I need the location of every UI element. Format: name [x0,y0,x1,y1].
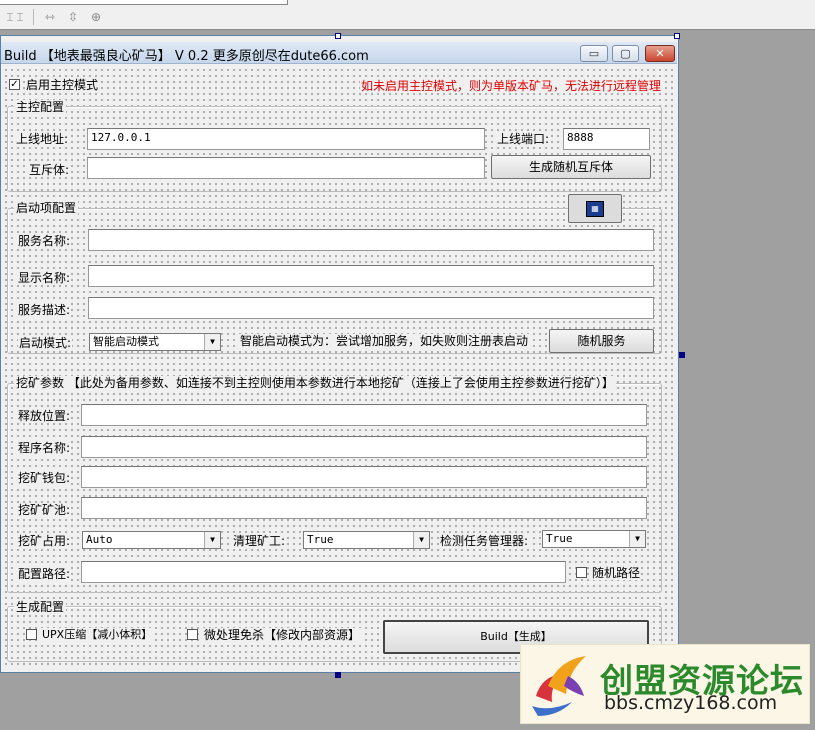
forum-url-text: bbs.cmzy168.com [604,692,778,714]
resize-handle-bottom[interactable] [335,672,341,678]
release-path-label: 释放位置: [17,409,72,423]
startup-mode-hint: 智能启动模式为：尝试增加服务，如失败则注册表启动 [239,334,530,348]
size-icon[interactable]: ⊕ [86,8,106,26]
main-control-group-title: 主控配置 [14,100,67,114]
main-control-warning: 如未启用主控模式，则为单版本矿马，无法进行远程管理 [360,79,663,93]
resize-handle-top[interactable] [335,33,341,39]
clean-miner-value: True [307,533,334,546]
startup-mode-label: 启动模式: [18,336,73,350]
mini-process-checkbox[interactable] [187,629,198,640]
chevron-down-icon[interactable]: ▼ [204,532,220,548]
maximize-button[interactable]: ▢ [612,45,639,62]
width-icon[interactable]: ⇿ [40,8,60,26]
enable-main-control-checkbox[interactable]: ✓ [9,79,20,90]
config-path-input[interactable] [81,561,566,583]
program-name-label: 程序名称: [17,441,72,455]
service-desc-label: 服务描述: [17,303,72,317]
mutex-label: 互斥体: [28,163,71,177]
mini-process-label: 微处理免杀【修改内部资源】 [203,628,362,642]
random-path-checkbox[interactable] [576,567,587,578]
minimize-button[interactable]: ▭ [580,45,608,62]
config-path-label: 配置路径: [17,567,72,581]
build-group-title: 生成配置 [14,600,67,614]
upx-label: UPX压缩【减小体积】 [41,628,154,642]
resize-handle-top-right[interactable] [674,33,680,39]
usage-label: 挖矿占用: [17,534,72,548]
server-port-label: 上线端口: [496,132,551,146]
calendar-control-button[interactable]: ▦ [568,194,622,223]
startup-mode-value: 智能启动模式 [93,335,159,348]
display-name-label: 显示名称: [17,271,72,285]
close-button[interactable]: ✕ [645,45,675,62]
service-name-label: 服务名称: [17,234,72,248]
forum-logo-icon [528,646,594,720]
align-center-icon[interactable]: ⌶ [10,8,30,26]
random-service-button[interactable]: 随机服务 [549,329,654,353]
clean-miner-select[interactable]: True ▼ [303,531,430,549]
program-name-input[interactable] [81,436,647,458]
enable-main-control-label: 启用主控模式 [25,78,100,92]
startup-group-title: 启动项配置 [14,201,79,215]
height-icon[interactable]: ⇳ [63,8,83,26]
ide-toolbar-strip [0,0,288,5]
startup-mode-select[interactable]: 智能启动模式 ▼ [89,333,221,351]
upx-checkbox[interactable] [26,629,37,640]
random-path-label: 随机路径 [591,566,642,580]
chevron-down-icon[interactable]: ▼ [413,532,429,548]
resize-handle-right[interactable] [679,352,685,358]
generate-mutex-button[interactable]: 生成随机互斥体 [491,155,651,179]
taskmgr-label: 检测任务管理器: [439,534,530,548]
release-path-input[interactable] [81,404,647,426]
service-name-input[interactable] [88,229,654,251]
server-address-label: 上线地址: [15,132,70,146]
server-address-input[interactable]: 127.0.0.1 [87,128,485,150]
clean-miner-label: 清理矿工: [232,534,287,548]
server-port-input[interactable]: 8888 [563,128,650,150]
pool-input[interactable] [81,497,647,519]
usage-select[interactable]: Auto ▼ [82,531,221,549]
display-name-input[interactable] [88,265,654,287]
wallet-label: 挖矿钱包: [17,471,72,485]
pool-label: 挖矿矿池: [17,503,72,517]
calendar-icon: ▦ [586,201,604,217]
usage-value: Auto [86,533,113,546]
window-title: Build 【地表最强良心矿马】 V 0.2 更多原创尽在dute66.com [4,49,369,64]
mining-group-title: 挖矿参数 【此处为备用参数、如连接不到主控则使用本参数进行本地挖矿（连接上了会使… [14,376,616,390]
check-mark-icon: ✓ [10,79,19,90]
mutex-input[interactable] [87,157,485,179]
chevron-down-icon[interactable]: ▼ [204,334,220,350]
wallet-input[interactable] [81,466,647,488]
toolbar-separator [33,9,34,25]
taskmgr-value: True [546,532,573,545]
taskmgr-select[interactable]: True ▼ [542,530,646,548]
service-desc-input[interactable] [88,297,654,319]
chevron-down-icon[interactable]: ▼ [629,531,645,547]
